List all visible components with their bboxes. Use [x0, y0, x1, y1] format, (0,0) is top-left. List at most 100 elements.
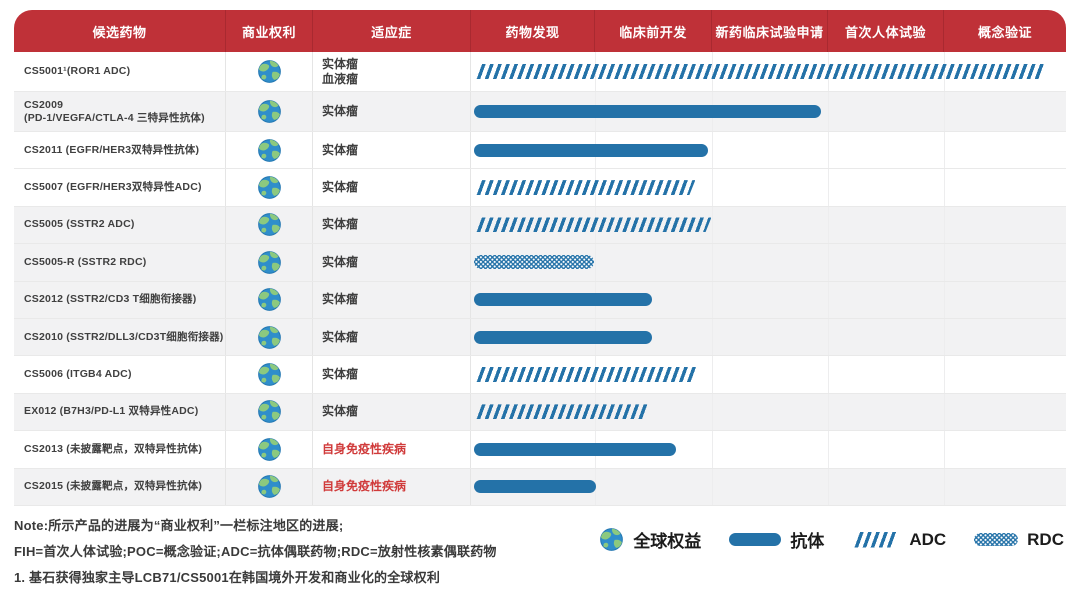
column-header-4: 临床前开发 — [594, 10, 711, 52]
stage-track — [470, 132, 1066, 168]
drug-name-cell: CS5001¹(ROR1 ADC) — [14, 52, 225, 91]
column-header-7: 概念验证 — [943, 10, 1066, 52]
drug-name: CS2010 (SSTR2/DLL3/CD3T细胞衔接器) — [24, 331, 225, 344]
drug-name-cell: CS2015 (未披露靶点，双特异性抗体) — [14, 469, 225, 505]
drug-name: CS5006 (ITGB4 ADC) — [24, 368, 225, 381]
drug-name: CS5001¹(ROR1 ADC) — [24, 65, 225, 78]
drug-name-line2: (PD-1/VEGFA/CTLA-4 三特异性抗体) — [24, 112, 225, 125]
stage-track — [470, 207, 1066, 243]
table-body: CS5001¹(ROR1 ADC) 实体瘤血液瘤 CS2009 (PD-1/VE… — [14, 52, 1066, 506]
commercial-rights-cell — [225, 244, 312, 280]
progress-bar-rdc — [474, 255, 594, 269]
commercial-rights-cell — [225, 169, 312, 205]
drug-name: CS5005-R (SSTR2 RDC) — [24, 256, 225, 269]
globe-icon — [599, 527, 624, 552]
legend: 全球权益 抗体 ADC RDC — [599, 527, 1064, 552]
drug-name-cell: CS5005 (SSTR2 ADC) — [14, 207, 225, 243]
indication-text: 实体瘤 — [322, 330, 470, 345]
drug-name-cell: CS5006 (ITGB4 ADC) — [14, 356, 225, 392]
footnotes: Note:所示产品的进展为“商业权利”一栏标注地区的进展; FIH=首次人体试验… — [14, 513, 497, 591]
globe-icon — [257, 474, 282, 499]
drug-name: EX012 (B7H3/PD-L1 双特异性ADC) — [24, 405, 225, 418]
pipeline-row-9: EX012 (B7H3/PD-L1 双特异性ADC) 实体瘤 — [14, 394, 1066, 431]
legend-item-antibody: 抗体 — [729, 527, 824, 552]
drug-name-cell: CS2012 (SSTR2/CD3 T细胞衔接器) — [14, 282, 225, 318]
legend-label: ADC — [909, 530, 946, 550]
legend-item-global-rights: 全球权益 — [599, 527, 701, 552]
progress-bar-adc — [474, 404, 651, 419]
drug-name: CS2015 (未披露靶点，双特异性抗体) — [24, 480, 225, 493]
commercial-rights-cell — [225, 431, 312, 467]
indication-text: 实体瘤 — [322, 217, 470, 232]
commercial-rights-cell — [225, 469, 312, 505]
drug-name: CS5005 (SSTR2 ADC) — [24, 218, 225, 231]
pipeline-row-1: CS2009 (PD-1/VEGFA/CTLA-4 三特异性抗体) 实体瘤 — [14, 92, 1066, 132]
globe-icon — [257, 99, 282, 124]
commercial-rights-cell — [225, 207, 312, 243]
pipeline-row-5: CS5005-R (SSTR2 RDC) 实体瘤 — [14, 244, 1066, 281]
column-header-0: 候选药物 — [14, 10, 225, 52]
indication-cell: 实体瘤 — [312, 282, 470, 318]
progress-bar-antibody — [474, 480, 596, 493]
indication-cell: 实体瘤血液瘤 — [312, 52, 470, 91]
legend-label: 抗体 — [790, 527, 824, 552]
drug-name: CS2009 — [24, 99, 225, 112]
indication-text: 实体瘤 — [322, 367, 470, 382]
progress-bar-adc — [474, 217, 711, 232]
drug-name-cell: CS2009 (PD-1/VEGFA/CTLA-4 三特异性抗体) — [14, 92, 225, 131]
globe-icon — [257, 59, 282, 84]
column-header-5: 新药临床试验申请 — [711, 10, 827, 52]
indication-text: 实体瘤 — [322, 57, 470, 72]
globe-icon — [257, 362, 282, 387]
stage-track — [470, 469, 1066, 505]
globe-icon — [257, 138, 282, 163]
pipeline-row-8: CS5006 (ITGB4 ADC) 实体瘤 — [14, 356, 1066, 393]
globe-icon — [599, 527, 624, 552]
drug-name-cell: CS2010 (SSTR2/DLL3/CD3T细胞衔接器) — [14, 319, 225, 355]
commercial-rights-cell — [225, 282, 312, 318]
footnote-line: 1. 基石获得独家主导LCB71/CS5001在韩国境外开发和商业化的全球权利 — [14, 565, 497, 591]
commercial-rights-cell — [225, 132, 312, 168]
column-header-2: 适应症 — [312, 10, 470, 52]
commercial-rights-cell — [225, 319, 312, 355]
commercial-rights-cell — [225, 92, 312, 131]
legend-label: 全球权益 — [633, 527, 701, 552]
progress-bar-antibody — [474, 144, 708, 157]
pipeline-row-11: CS2015 (未披露靶点，双特异性抗体) 自身免疫性疾病 — [14, 469, 1066, 506]
indication-text: 实体瘤 — [322, 255, 470, 270]
globe-icon — [257, 250, 282, 275]
drug-name-cell: EX012 (B7H3/PD-L1 双特异性ADC) — [14, 394, 225, 430]
progress-bar-adc — [474, 367, 698, 382]
indication-cell: 实体瘤 — [312, 132, 470, 168]
table-header-row: 候选药物商业权利适应症药物发现临床前开发新药临床试验申请首次人体试验概念验证 — [14, 10, 1066, 52]
indication-cell: 自身免疫性疾病 — [312, 469, 470, 505]
stage-track — [470, 244, 1066, 280]
indication-cell: 实体瘤 — [312, 394, 470, 430]
column-header-1: 商业权利 — [225, 10, 312, 52]
globe-icon — [257, 175, 282, 200]
globe-icon — [257, 437, 282, 462]
pipeline-row-10: CS2013 (未披露靶点，双特异性抗体) 自身免疫性疾病 — [14, 431, 1066, 468]
progress-bar-antibody — [474, 443, 676, 456]
drug-name: CS2013 (未披露靶点，双特异性抗体) — [24, 443, 225, 456]
dotted-bar-swatch — [974, 533, 1018, 546]
indication-text: 实体瘤 — [322, 404, 470, 419]
column-header-3: 药物发现 — [470, 10, 594, 52]
footnote-line: Note:所示产品的进展为“商业权利”一栏标注地区的进展; — [14, 513, 497, 539]
pipeline-table: 候选药物商业权利适应症药物发现临床前开发新药临床试验申请首次人体试验概念验证 C… — [14, 10, 1066, 506]
pipeline-row-0: CS5001¹(ROR1 ADC) 实体瘤血液瘤 — [14, 52, 1066, 92]
stage-track — [470, 52, 1066, 91]
stage-track — [470, 92, 1066, 131]
progress-bar-antibody — [474, 331, 652, 344]
legend-label: RDC — [1027, 530, 1064, 550]
indication-cell: 实体瘤 — [312, 244, 470, 280]
column-header-6: 首次人体试验 — [827, 10, 943, 52]
progress-bar-antibody — [474, 293, 652, 306]
stage-track — [470, 282, 1066, 318]
drug-name-cell: CS2013 (未披露靶点，双特异性抗体) — [14, 431, 225, 467]
stage-track — [470, 356, 1066, 392]
globe-icon — [257, 399, 282, 424]
drug-name: CS5007 (EGFR/HER3双特异性ADC) — [24, 181, 225, 194]
progress-bar-antibody — [474, 105, 821, 118]
globe-icon — [257, 212, 282, 237]
